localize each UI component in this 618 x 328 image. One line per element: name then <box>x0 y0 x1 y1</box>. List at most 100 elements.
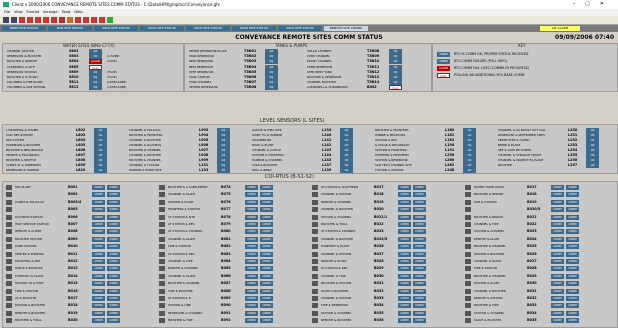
comm-button[interactable]: COMM <box>92 281 105 287</box>
menu-format[interactable]: Format <box>27 10 40 14</box>
comm-button[interactable]: COMM <box>260 251 273 257</box>
status-button[interactable]: OK <box>89 85 102 91</box>
tab-2[interactable]: NCLE SITE STATUS <box>94 26 138 31</box>
comm-button[interactable]: COMM <box>245 310 258 316</box>
comm-button[interactable]: COMM <box>107 244 120 250</box>
comm-button[interactable]: COMM <box>566 296 579 301</box>
comm-button[interactable]: COMM <box>245 251 258 257</box>
comm-button[interactable]: COMM <box>92 185 105 190</box>
comm-button[interactable]: COMM <box>413 185 426 190</box>
comm-button[interactable]: COMM <box>92 244 105 250</box>
comm-button[interactable]: COMM <box>398 303 411 309</box>
comm-button[interactable]: COMM <box>107 214 120 220</box>
comm-button[interactable]: COMM <box>107 281 120 287</box>
comm-button[interactable]: COMM <box>413 214 426 220</box>
comm-button[interactable]: COMM <box>107 199 120 205</box>
toolbar-icon[interactable] <box>59 17 65 23</box>
comm-button[interactable]: COMM <box>260 259 273 264</box>
tab-4[interactable]: NCLE SITE STATUS <box>186 26 230 31</box>
comm-button[interactable]: COMM <box>260 281 273 287</box>
comm-button[interactable]: COMM <box>551 214 564 220</box>
comm-button[interactable]: COMM <box>92 192 105 198</box>
comm-button[interactable]: COMM <box>245 229 258 235</box>
comm-button[interactable]: COMM <box>566 192 579 198</box>
comm-button[interactable]: COMM <box>566 281 579 287</box>
comm-button[interactable]: COMM <box>260 222 273 227</box>
comm-button[interactable]: COMM <box>260 273 273 279</box>
comm-button[interactable]: COMM <box>92 236 105 242</box>
comm-button[interactable]: COMM <box>260 244 273 250</box>
comm-button[interactable]: COMM <box>551 222 564 227</box>
comm-button[interactable]: COMM <box>260 236 273 242</box>
comm-button[interactable]: COMM <box>245 281 258 287</box>
comm-button[interactable]: COMM <box>92 273 105 279</box>
comm-button[interactable]: COMM <box>566 273 579 279</box>
comm-button[interactable]: COMM <box>551 296 564 301</box>
comm-button[interactable]: COMM <box>551 310 564 316</box>
comm-button[interactable]: COMM <box>566 229 579 235</box>
comm-button[interactable]: COMM <box>551 207 564 213</box>
comm-button[interactable]: COMM <box>398 318 411 324</box>
comm-button[interactable]: COMM <box>551 236 564 242</box>
comm-button[interactable]: COMM <box>566 310 579 316</box>
menu-tools[interactable]: Tools <box>62 10 71 14</box>
comm-button[interactable]: COMM <box>92 199 105 205</box>
comm-button[interactable]: COMM <box>398 214 411 220</box>
comm-button[interactable]: COMM <box>566 251 579 257</box>
comm-button[interactable]: COMM <box>245 244 258 250</box>
comm-button[interactable]: COMM <box>245 288 258 294</box>
comm-button[interactable]: COMM <box>245 259 258 264</box>
comm-button[interactable]: COMM <box>260 296 273 301</box>
comm-button[interactable]: COMM <box>107 185 120 190</box>
comm-button[interactable]: COMM <box>566 207 579 213</box>
comm-button[interactable]: COMM <box>245 207 258 213</box>
comm-button[interactable]: COMM <box>260 318 273 324</box>
status-button[interactable]: OK <box>586 163 599 168</box>
comm-button[interactable]: COMM <box>551 244 564 250</box>
comm-button[interactable]: COMM <box>92 229 105 235</box>
comm-button[interactable]: COMM <box>566 185 579 190</box>
comm-button[interactable]: COMM <box>107 229 120 235</box>
comm-button[interactable]: COMM <box>260 310 273 316</box>
comm-button[interactable]: COMM <box>398 222 411 227</box>
comm-button[interactable]: COMM <box>566 303 579 309</box>
comm-button[interactable]: COMM <box>398 288 411 294</box>
comm-button[interactable]: COMM <box>92 259 105 264</box>
comm-button[interactable]: COMM <box>107 192 120 198</box>
comm-button[interactable]: COMM <box>566 236 579 242</box>
status-button[interactable]: OK <box>94 168 107 173</box>
comm-button[interactable]: COMM <box>398 244 411 250</box>
comm-button[interactable]: COMM <box>92 296 105 301</box>
alarm-banner[interactable]: ALT ALARM <box>540 26 580 31</box>
toolbar-icon[interactable] <box>3 17 9 23</box>
comm-button[interactable]: COMM <box>566 288 579 294</box>
comm-button[interactable]: COMM <box>551 259 564 264</box>
comm-button[interactable]: COMM <box>107 288 120 294</box>
comm-button[interactable]: COMM <box>551 303 564 309</box>
comm-button[interactable]: COMM <box>245 318 258 324</box>
toolbar-icon[interactable] <box>99 17 105 23</box>
status-button[interactable]: OK <box>340 168 353 173</box>
comm-button[interactable]: COMM <box>398 273 411 279</box>
toolbar-icon[interactable] <box>11 17 17 23</box>
comm-button[interactable]: COMM <box>245 296 258 301</box>
comm-button[interactable]: COMM <box>413 310 426 316</box>
status-button[interactable]: OK <box>463 168 476 173</box>
comm-button[interactable]: COMM <box>413 318 426 324</box>
comm-button[interactable]: COMM <box>107 207 120 213</box>
comm-button[interactable]: COMM <box>398 207 411 213</box>
comm-button[interactable]: COMM <box>551 273 564 279</box>
tab-6[interactable]: NCLE SITE STATUS <box>278 26 322 31</box>
comm-button[interactable]: COMM <box>413 199 426 205</box>
comm-button[interactable]: COMM <box>413 244 426 250</box>
toolbar-icon[interactable] <box>19 17 25 23</box>
comm-button[interactable]: COMM <box>245 214 258 220</box>
tab-3[interactable]: NCLE SITE STATUS <box>140 26 184 31</box>
comm-button[interactable]: COMM <box>566 266 579 272</box>
comm-button[interactable]: COMM <box>107 296 120 301</box>
menu-view[interactable]: View <box>14 10 23 14</box>
comm-button[interactable]: COMM <box>413 273 426 279</box>
comm-button[interactable]: COMM <box>107 318 120 324</box>
comm-button[interactable]: COMM <box>413 288 426 294</box>
toolbar-icon[interactable] <box>91 17 97 23</box>
